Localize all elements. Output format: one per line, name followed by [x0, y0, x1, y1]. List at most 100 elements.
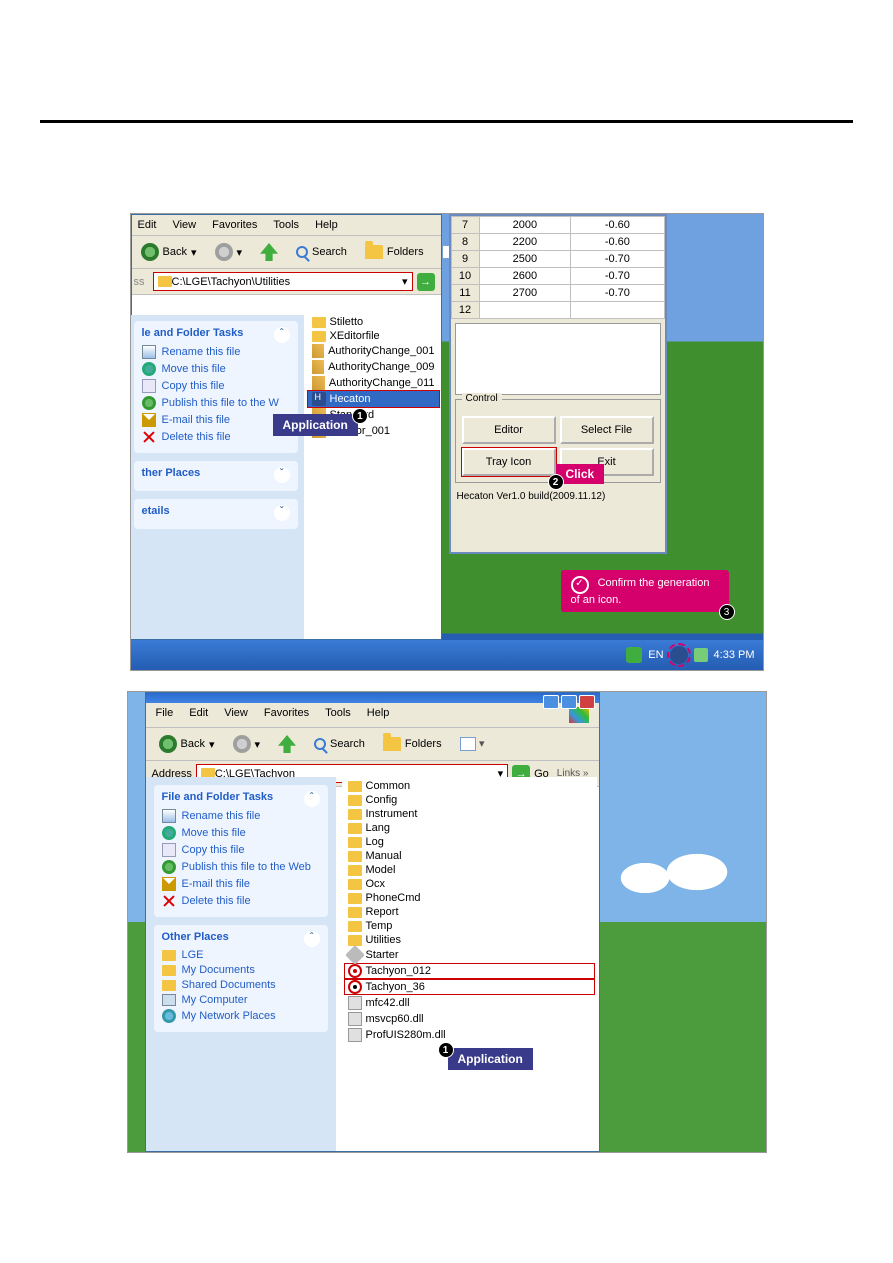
select-file-button[interactable]: Select File — [560, 416, 654, 444]
minimize-button[interactable] — [543, 695, 559, 709]
place-shared[interactable]: Shared Documents — [162, 979, 320, 991]
collapse-icon[interactable]: ˆ — [304, 931, 320, 947]
list-item[interactable]: msvcp60.dll — [344, 1011, 595, 1027]
list-item[interactable]: AuthorityChange_001 — [308, 343, 439, 359]
task-delete[interactable]: Delete this file — [142, 430, 290, 444]
menu-edit[interactable]: Edit — [189, 707, 208, 723]
table-row[interactable]: 92500-0.70 — [451, 251, 664, 268]
list-item[interactable]: Log — [344, 835, 595, 849]
back-button[interactable]: Back▾ — [134, 240, 204, 264]
list-item[interactable]: Config — [344, 793, 595, 807]
task-rename[interactable]: Rename this file — [142, 345, 290, 359]
tray-hecaton-icon[interactable] — [670, 646, 688, 664]
list-item[interactable]: Utilities — [344, 933, 595, 947]
task-email[interactable]: E-mail this file — [162, 877, 320, 891]
close-button[interactable] — [579, 695, 595, 709]
menu-tools[interactable]: Tools — [273, 219, 299, 231]
go-button[interactable]: → — [417, 273, 435, 291]
collapse-icon[interactable]: ˆ — [274, 327, 290, 343]
tray-go-icon[interactable] — [626, 647, 642, 663]
list-item[interactable]: Lang — [344, 821, 595, 835]
back-button[interactable]: Back▾ — [152, 732, 222, 756]
other-places-panel[interactable]: ther Placesˇ — [134, 461, 298, 491]
task-move[interactable]: Move this file — [162, 826, 320, 840]
task-rename[interactable]: Rename this file — [162, 809, 320, 823]
list-item[interactable]: Model — [344, 863, 595, 877]
place-mydocs[interactable]: My Documents — [162, 964, 320, 976]
search-button[interactable]: Search — [307, 735, 372, 753]
folders-button[interactable]: Folders — [358, 242, 431, 262]
list-item[interactable]: Stiletto — [308, 315, 439, 329]
list-item[interactable]: Common — [344, 779, 595, 793]
forward-button[interactable]: ▾ — [226, 732, 268, 756]
tray-icon-button[interactable]: Tray Icon — [462, 448, 556, 476]
list-item[interactable]: Temp — [344, 919, 595, 933]
menu-tools[interactable]: Tools — [325, 707, 351, 723]
collapse-icon[interactable]: ˆ — [304, 791, 320, 807]
menu-help[interactable]: Help — [367, 707, 390, 723]
address-label-trunc: ss — [134, 276, 145, 288]
task-copy[interactable]: Copy this file — [142, 379, 290, 393]
task-move[interactable]: Move this file — [142, 362, 290, 376]
list-item[interactable]: PhoneCmd — [344, 891, 595, 905]
task-delete[interactable]: Delete this file — [162, 894, 320, 908]
folders-button[interactable]: Folders — [376, 734, 449, 754]
list-item-selected[interactable]: Tachyon_36 — [344, 979, 595, 995]
dll-icon — [348, 1028, 362, 1042]
tray-language[interactable]: EN — [648, 649, 663, 661]
list-item[interactable]: Instrument — [344, 807, 595, 821]
list-item[interactable]: mfc42.dll — [344, 995, 595, 1011]
menu-edit[interactable]: Edit — [138, 219, 157, 231]
place-lge[interactable]: LGE — [162, 949, 320, 961]
tasks-panel: File and Folder Tasksˆ Rename this file … — [154, 785, 328, 917]
address-input[interactable]: C:\LGE\Tachyon\Utilities ▾ — [153, 272, 413, 291]
tray-misc-icon[interactable] — [694, 648, 708, 662]
folder-icon — [348, 893, 362, 904]
expand-icon[interactable]: ˇ — [274, 467, 290, 483]
screenshot-2: File Edit View Favorites Tools Help Back… — [127, 691, 767, 1153]
list-item[interactable]: Report — [344, 905, 595, 919]
expand-icon[interactable]: ˇ — [274, 505, 290, 521]
list-item[interactable]: ProfUIS280m.dll — [344, 1027, 595, 1043]
table-row[interactable]: 72000-0.60 — [451, 217, 664, 234]
task-email[interactable]: E-mail this file — [142, 413, 290, 427]
up-button[interactable] — [253, 240, 285, 264]
list-item[interactable]: Starter — [344, 947, 595, 963]
menu-favorites[interactable]: Favorites — [212, 219, 257, 231]
folder-icon — [348, 837, 362, 848]
list-item[interactable]: Manual — [344, 849, 595, 863]
copy-icon — [162, 843, 176, 857]
menu-favorites[interactable]: Favorites — [264, 707, 309, 723]
folder-icon — [312, 331, 326, 342]
place-network[interactable]: My Network Places — [162, 1009, 320, 1023]
menu-file[interactable]: File — [156, 707, 174, 723]
list-item[interactable]: XEditorfile — [308, 329, 439, 343]
place-mycomp[interactable]: My Computer — [162, 994, 320, 1006]
dropdown-icon[interactable]: ▾ — [402, 275, 408, 288]
delete-icon — [142, 430, 156, 444]
search-button[interactable]: Search — [289, 243, 354, 261]
list-item[interactable]: Ocx — [344, 877, 595, 891]
details-panel[interactable]: etailsˇ — [134, 499, 298, 529]
task-publish[interactable]: Publish this file to the Web — [162, 860, 320, 874]
menu-view[interactable]: View — [172, 219, 196, 231]
table-row[interactable]: 102600-0.70 — [451, 268, 664, 285]
menu-help[interactable]: Help — [315, 219, 338, 231]
table-row[interactable]: 112700-0.70 — [451, 285, 664, 302]
up-button[interactable] — [271, 732, 303, 756]
task-publish[interactable]: Publish this file to the W — [142, 396, 290, 410]
email-icon — [142, 413, 156, 427]
list-item[interactable]: Tachyon_012 — [344, 963, 595, 979]
maximize-button[interactable] — [561, 695, 577, 709]
task-copy[interactable]: Copy this file — [162, 843, 320, 857]
list-item-selected[interactable]: Hecaton — [308, 391, 439, 407]
list-item[interactable]: AuthorityChange_011 — [308, 375, 439, 391]
table-row[interactable]: 12 — [451, 302, 664, 319]
editor-button[interactable]: Editor — [462, 416, 556, 444]
blank-area — [455, 323, 661, 395]
menu-view[interactable]: View — [224, 707, 248, 723]
list-item[interactable]: AuthorityChange_009 — [308, 359, 439, 375]
table-row[interactable]: 82200-0.60 — [451, 234, 664, 251]
views-button[interactable] — [453, 734, 483, 754]
forward-button[interactable]: ▾ — [208, 240, 250, 264]
